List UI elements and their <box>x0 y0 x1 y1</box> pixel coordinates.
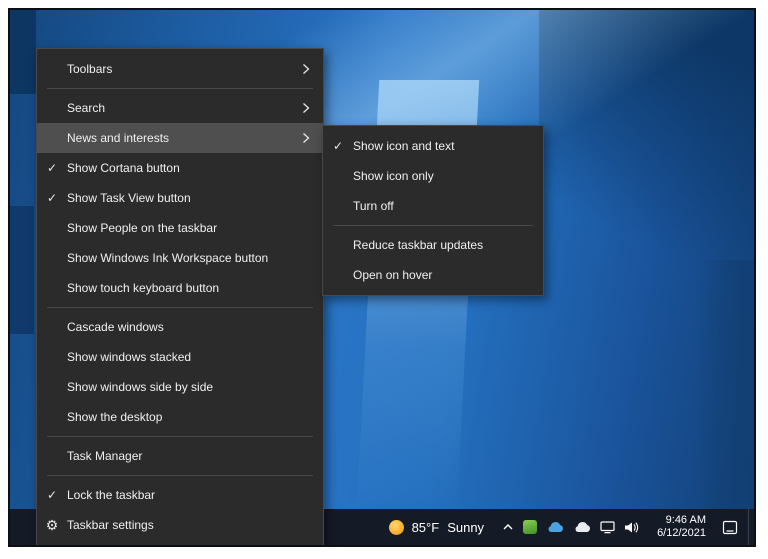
taskbar-context-menu: Toolbars Search News and interests ✓ Sho… <box>36 48 324 545</box>
submenu-item-open-on-hover[interactable]: Open on hover <box>323 260 543 290</box>
check-icon: ✓ <box>332 139 344 153</box>
menu-item-label: Task Manager <box>67 449 143 463</box>
submenu-item-reduce-taskbar-updates[interactable]: Reduce taskbar updates <box>323 230 543 260</box>
menu-item-label: Open on hover <box>353 268 433 282</box>
taskbar-clock[interactable]: 9:46 AM 6/12/2021 <box>647 509 716 545</box>
menu-item-label: Show icon and text <box>353 139 455 153</box>
menu-item-news-and-interests[interactable]: News and interests <box>37 123 323 153</box>
menu-separator <box>47 88 313 89</box>
submenu-item-turn-off[interactable]: Turn off <box>323 191 543 221</box>
hidden-icons-chevron-up-icon[interactable] <box>502 509 514 545</box>
menu-item-show-cortana-button[interactable]: ✓ Show Cortana button <box>37 153 323 183</box>
menu-item-label: Show icon only <box>353 169 434 183</box>
news-and-interests-submenu: ✓ Show icon and text Show icon only Turn… <box>322 125 544 296</box>
menu-item-label: Show Windows Ink Workspace button <box>67 251 269 265</box>
menu-item-label: Cascade windows <box>67 320 164 334</box>
chevron-right-icon <box>302 102 323 114</box>
menu-separator <box>47 436 313 437</box>
menu-item-label: Turn off <box>353 199 394 213</box>
menu-item-task-manager[interactable]: Task Manager <box>37 441 323 471</box>
menu-item-label: Toolbars <box>67 62 113 76</box>
clock-date: 6/12/2021 <box>657 527 706 539</box>
menu-separator <box>47 307 313 308</box>
wallpaper-shape <box>696 260 754 515</box>
menu-separator <box>333 225 533 226</box>
submenu-item-show-icon-only[interactable]: Show icon only <box>323 161 543 191</box>
wallpaper-shape <box>10 206 34 334</box>
clock-time: 9:46 AM <box>665 514 706 526</box>
menu-item-label: News and interests <box>67 131 170 145</box>
weather-temperature: 85°F <box>411 519 440 535</box>
menu-item-label: Show windows side by side <box>67 380 214 394</box>
weather-condition: Sunny <box>447 519 485 535</box>
menu-item-show-people[interactable]: Show People on the taskbar <box>37 213 323 243</box>
check-icon: ✓ <box>46 191 58 205</box>
tray-green-app-icon[interactable] <box>523 509 538 545</box>
menu-item-show-task-view-button[interactable]: ✓ Show Task View button <box>37 183 323 213</box>
desktop-screen: 85°F Sunny 9:46 AM 6/12/2021 Toolbars Se… <box>8 8 756 547</box>
menu-item-cascade-windows[interactable]: Cascade windows <box>37 312 323 342</box>
chevron-right-icon <box>302 63 323 75</box>
menu-item-lock-the-taskbar[interactable]: ✓ Lock the taskbar <box>37 480 323 510</box>
submenu-item-show-icon-and-text[interactable]: ✓ Show icon and text <box>323 131 543 161</box>
menu-item-label: Search <box>67 101 106 115</box>
menu-item-label: Show touch keyboard button <box>67 281 220 295</box>
gear-icon: ⚙ <box>45 516 59 533</box>
menu-separator <box>47 475 313 476</box>
volume-icon[interactable] <box>624 509 639 545</box>
sun-icon <box>388 519 404 535</box>
menu-item-label: Show Cortana button <box>67 161 180 175</box>
wallpaper-shape <box>539 10 754 275</box>
system-tray <box>494 509 647 545</box>
display-icon[interactable] <box>600 509 615 545</box>
show-desktop-strip[interactable] <box>748 509 754 545</box>
wallpaper-shape <box>10 10 36 94</box>
action-center-button[interactable] <box>716 509 748 545</box>
menu-item-taskbar-settings[interactable]: ⚙ Taskbar settings <box>37 510 323 540</box>
menu-item-show-windows-side-by-side[interactable]: Show windows side by side <box>37 372 323 402</box>
menu-item-search[interactable]: Search <box>37 93 323 123</box>
menu-item-show-windows-stacked[interactable]: Show windows stacked <box>37 342 323 372</box>
menu-item-toolbars[interactable]: Toolbars <box>37 54 323 84</box>
check-icon: ✓ <box>46 161 58 175</box>
menu-item-label: Reduce taskbar updates <box>353 238 484 252</box>
menu-item-show-windows-ink[interactable]: Show Windows Ink Workspace button <box>37 243 323 273</box>
menu-item-show-the-desktop[interactable]: Show the desktop <box>37 402 323 432</box>
chevron-right-icon <box>302 132 323 144</box>
check-icon: ✓ <box>46 488 58 502</box>
menu-item-label: Show windows stacked <box>67 350 192 364</box>
menu-item-show-touch-keyboard[interactable]: Show touch keyboard button <box>37 273 323 303</box>
menu-item-label: Show People on the taskbar <box>67 221 218 235</box>
menu-item-label: Lock the taskbar <box>67 488 156 502</box>
onedrive-cloud-icon[interactable] <box>573 509 591 545</box>
action-center-icon <box>722 520 738 534</box>
menu-item-label: Taskbar settings <box>67 518 154 532</box>
menu-item-label: Show the desktop <box>67 410 163 424</box>
weather-widget[interactable]: 85°F Sunny <box>379 509 494 545</box>
tray-weather-cloud-icon[interactable] <box>546 509 564 545</box>
menu-item-label: Show Task View button <box>67 191 191 205</box>
